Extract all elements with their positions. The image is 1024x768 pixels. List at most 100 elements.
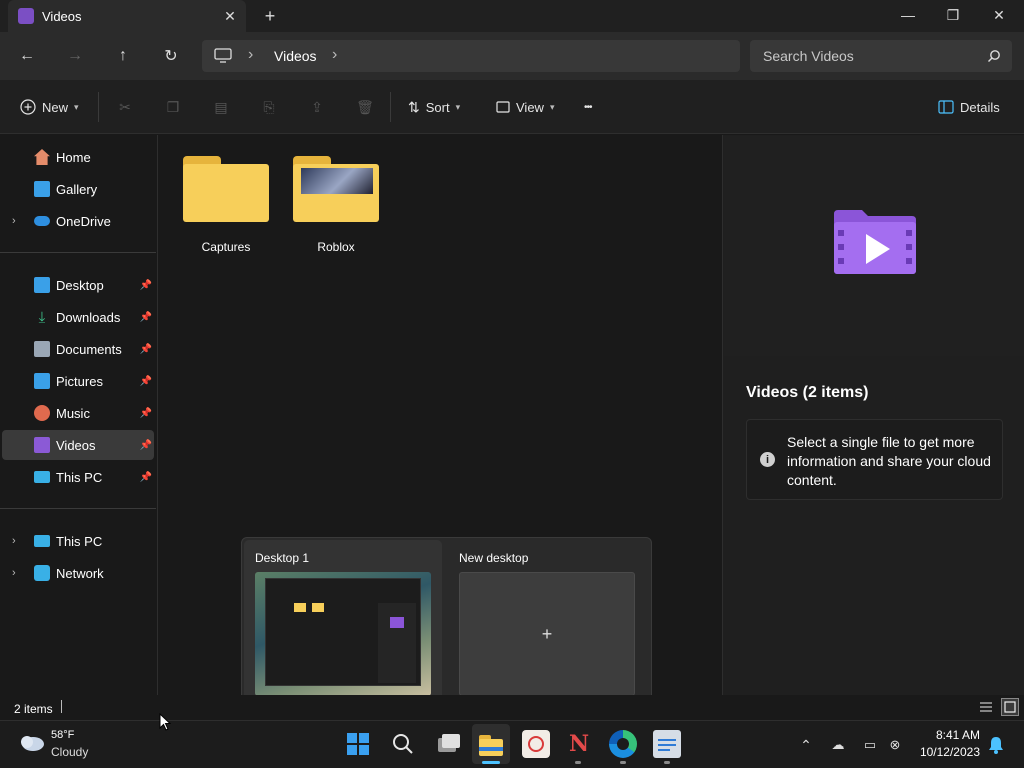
search-box[interactable]: Search Videos xyxy=(750,40,1012,72)
desktop-1-label: Desktop 1 xyxy=(255,551,310,565)
weather-cloud-icon[interactable] xyxy=(17,731,45,753)
cut-icon[interactable]: ✂ xyxy=(114,96,136,118)
up-button[interactable]: ↑ xyxy=(111,44,135,68)
close-tab-icon[interactable]: ✕ xyxy=(220,6,240,26)
folder-icon xyxy=(294,603,306,612)
forward-button[interactable]: → xyxy=(63,44,87,68)
folder-label-captures[interactable]: Captures xyxy=(176,240,276,254)
search-icon[interactable] xyxy=(389,730,417,758)
weather-temperature[interactable]: 58°F xyxy=(51,729,74,741)
folder-icon xyxy=(183,156,269,222)
divider xyxy=(390,92,391,122)
view-button[interactable]: View ▾ xyxy=(496,96,554,118)
clock-date[interactable]: 10/12/2023 xyxy=(908,745,980,759)
sidebar-item-this-pc-root[interactable]: › This PC xyxy=(2,526,154,556)
divider xyxy=(0,252,156,253)
sort-label: Sort xyxy=(425,99,450,115)
new-button[interactable]: New ▾ xyxy=(20,96,79,118)
folder-roblox[interactable] xyxy=(293,156,379,222)
chevron-down-icon: ▾ xyxy=(549,101,555,112)
sidebar-item-onedrive[interactable]: › OneDrive xyxy=(2,206,154,236)
sidebar-item-this-pc[interactable]: This PC 📌 xyxy=(2,462,154,492)
app-icon-notepad[interactable] xyxy=(653,730,681,758)
sidebar-item-pictures[interactable]: Pictures 📌 xyxy=(2,366,154,396)
sort-button[interactable]: ⇅ Sort ▾ xyxy=(408,96,460,118)
close-window-button[interactable]: ✕ xyxy=(987,4,1011,26)
weather-condition[interactable]: Cloudy xyxy=(51,745,88,759)
show-hidden-icons-chevron-up-icon[interactable]: ⌃ xyxy=(797,736,815,754)
task-view-popup: Desktop 1 New desktop + xyxy=(241,537,652,707)
running-indicator xyxy=(575,761,581,764)
pin-icon: 📌 xyxy=(139,375,152,387)
window-thumbnail xyxy=(265,578,421,686)
breadcrumb-videos[interactable]: Videos xyxy=(274,48,317,64)
app-icon-paint[interactable] xyxy=(522,730,550,758)
downloads-icon: ⤓ xyxy=(38,309,46,326)
pin-icon: 📌 xyxy=(139,343,152,355)
back-button[interactable]: ← xyxy=(15,44,39,68)
start-button[interactable] xyxy=(344,730,372,758)
details-button[interactable]: Details xyxy=(938,96,1000,118)
minimize-button[interactable]: — xyxy=(896,4,920,26)
details-pane-icon xyxy=(938,100,954,114)
chevron-down-icon: ▾ xyxy=(74,101,79,112)
preview-area xyxy=(724,136,1024,356)
divider xyxy=(0,508,156,509)
chevron-right-icon[interactable]: › xyxy=(12,535,16,547)
search-input[interactable]: Search Videos xyxy=(763,48,854,64)
file-explorer-icon[interactable] xyxy=(477,730,505,758)
address-bar[interactable]: › Videos › xyxy=(202,40,740,72)
network-status-icon[interactable]: ⊗ xyxy=(886,736,904,754)
sidebar-item-network[interactable]: › Network xyxy=(2,558,154,588)
display-icon[interactable]: ▭ xyxy=(861,736,879,754)
info-text: Select a single file to get more informa… xyxy=(787,434,991,488)
info-icon: i xyxy=(760,452,775,467)
sidebar-item-music[interactable]: Music 📌 xyxy=(2,398,154,428)
refresh-button[interactable]: ↻ xyxy=(159,44,183,68)
rename-icon[interactable]: ⎘ xyxy=(258,96,280,118)
documents-icon xyxy=(34,341,50,357)
copy-icon[interactable]: ❐ xyxy=(162,96,184,118)
folder-label-roblox[interactable]: Roblox xyxy=(286,240,386,254)
folder-captures[interactable] xyxy=(183,156,269,222)
clock-time[interactable]: 8:41 AM xyxy=(908,728,980,742)
gallery-icon xyxy=(34,181,50,197)
new-tab-button[interactable]: + xyxy=(260,6,280,26)
sidebar-item-gallery[interactable]: Gallery xyxy=(2,174,154,204)
restore-button[interactable]: ❐ xyxy=(941,4,965,26)
pin-icon: 📌 xyxy=(139,439,152,451)
app-icon-n[interactable]: N xyxy=(565,730,593,758)
sidebar-item-videos[interactable]: Videos 📌 xyxy=(2,430,154,460)
view-icon xyxy=(496,101,510,113)
music-icon xyxy=(34,405,50,421)
active-indicator xyxy=(482,761,500,764)
large-icons-view-icon[interactable] xyxy=(1001,698,1019,716)
sidebar-item-desktop[interactable]: Desktop 📌 xyxy=(2,270,154,300)
desktop-1-thumbnail[interactable] xyxy=(255,572,431,696)
new-label: New xyxy=(42,99,69,115)
chevron-right-icon[interactable]: › xyxy=(12,567,16,579)
status-bar: 2 items xyxy=(0,695,1024,720)
pin-icon: 📌 xyxy=(139,311,152,323)
delete-icon[interactable]: 🗑 xyxy=(354,96,376,118)
more-options-icon[interactable]: ••• xyxy=(584,96,592,118)
details-view-icon[interactable] xyxy=(978,699,994,715)
paste-icon[interactable]: ▤ xyxy=(210,96,232,118)
onedrive-sync-icon[interactable]: ☁ xyxy=(829,736,847,754)
sidebar-item-downloads[interactable]: ⤓ Downloads 📌 xyxy=(2,302,154,332)
edge-browser-icon[interactable] xyxy=(609,730,637,758)
pin-icon: 📌 xyxy=(139,279,152,291)
sidebar-item-home[interactable]: Home xyxy=(2,142,154,172)
folder-icon xyxy=(312,603,324,612)
sidebar-item-documents[interactable]: Documents 📌 xyxy=(2,334,154,364)
chevron-right-icon[interactable]: › xyxy=(12,215,16,227)
videos-folder-icon xyxy=(390,617,404,628)
notification-bell-icon[interactable] xyxy=(988,736,1004,754)
new-desktop-button[interactable]: + xyxy=(459,572,635,696)
task-view-icon[interactable] xyxy=(434,730,462,758)
home-icon xyxy=(34,149,50,165)
breadcrumb-chevron[interactable]: › xyxy=(332,46,337,64)
onedrive-icon xyxy=(34,216,50,226)
tab-videos[interactable]: Videos ✕ xyxy=(8,0,246,32)
share-icon[interactable]: ⇪ xyxy=(306,96,328,118)
